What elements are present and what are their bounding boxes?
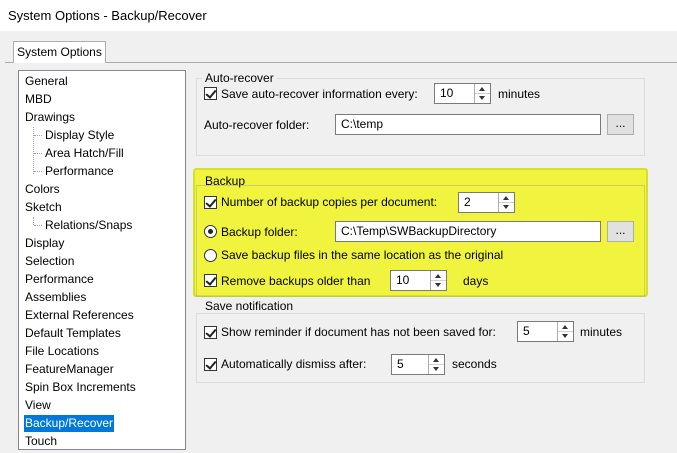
same-location-radio[interactable] bbox=[204, 249, 217, 262]
spin-down-icon[interactable] bbox=[499, 203, 514, 212]
save-reminder-label: Show reminder if document has not been s… bbox=[221, 325, 496, 339]
backup-copies-label: Number of backup copies per document: bbox=[221, 195, 438, 209]
spin-up-icon[interactable] bbox=[558, 322, 573, 332]
spin-down-icon[interactable] bbox=[558, 332, 573, 341]
remove-backups-checkbox[interactable] bbox=[204, 274, 217, 287]
spin-up-icon[interactable] bbox=[475, 84, 490, 94]
backup-folder-radio[interactable] bbox=[204, 225, 217, 238]
auto-recover-folder-field[interactable]: C:\temp bbox=[335, 114, 601, 135]
same-location-label: Save backup files in the same location a… bbox=[221, 248, 504, 262]
tree-item-assemblies[interactable]: Assemblies bbox=[24, 289, 87, 306]
window-title: System Options - Backup/Recover bbox=[8, 8, 207, 23]
backup-copies-value: 2 bbox=[464, 195, 471, 209]
backup-copies-spinbox[interactable]: 2 bbox=[458, 192, 515, 213]
tree-item-area-hatch-fill[interactable]: Area Hatch/Fill bbox=[44, 145, 125, 162]
tree-item-display[interactable]: Display bbox=[24, 235, 65, 252]
tree-item-performance[interactable]: Performance bbox=[24, 271, 95, 288]
tree-connector bbox=[34, 135, 42, 136]
tab-system-options[interactable]: System Options bbox=[13, 41, 106, 63]
backup-folder-field[interactable]: C:\Temp\SWBackupDirectory bbox=[335, 221, 601, 242]
tree-item-default-templates[interactable]: Default Templates bbox=[24, 325, 122, 342]
save-reminder-unit: minutes bbox=[580, 325, 623, 339]
remove-backups-spinbox[interactable]: 10 bbox=[390, 270, 447, 291]
auto-dismiss-spinbox[interactable]: 5 bbox=[391, 354, 445, 375]
save-notification-group-label: Save notification bbox=[202, 299, 297, 313]
backup-copies-checkbox[interactable] bbox=[204, 196, 217, 209]
tree-item-view[interactable]: View bbox=[24, 397, 52, 414]
tree-item-colors[interactable]: Colors bbox=[24, 181, 61, 198]
auto-recover-label: Save auto-recover information every: bbox=[221, 87, 418, 101]
auto-dismiss-value: 5 bbox=[397, 357, 404, 371]
tree-connector bbox=[34, 225, 42, 226]
remove-backups-label: Remove backups older than bbox=[221, 274, 371, 288]
remove-backups-value: 10 bbox=[396, 273, 410, 287]
tree-item-display-style[interactable]: Display Style bbox=[44, 127, 115, 144]
auto-recover-interval-unit: minutes bbox=[498, 87, 541, 101]
auto-dismiss-label: Automatically dismiss after: bbox=[221, 357, 367, 371]
tree-item-sketch[interactable]: Sketch bbox=[24, 199, 63, 216]
save-reminder-spinbox[interactable]: 5 bbox=[517, 321, 574, 342]
auto-recover-group-label: Auto-recover bbox=[202, 71, 277, 85]
auto-recover-interval-spinbox[interactable]: 10 bbox=[434, 83, 491, 104]
auto-recover-folder-label: Auto-recover folder: bbox=[204, 118, 310, 132]
tree-item-backup-recover[interactable]: Backup/Recover bbox=[24, 415, 115, 432]
tree-item-general[interactable]: General bbox=[24, 73, 69, 90]
save-reminder-value: 5 bbox=[523, 324, 530, 338]
backup-folder-browse-button[interactable]: ... bbox=[607, 221, 634, 242]
backup-folder-label: Backup folder: bbox=[221, 225, 298, 239]
tree-item-drawings-performance[interactable]: Performance bbox=[44, 163, 115, 180]
tree-connector bbox=[33, 217, 34, 225]
auto-dismiss-checkbox[interactable] bbox=[204, 358, 217, 371]
auto-recover-interval-value: 10 bbox=[440, 86, 454, 100]
spin-down-icon[interactable] bbox=[429, 365, 444, 374]
tree-item-external-references[interactable]: External References bbox=[24, 307, 135, 324]
tree-item-mbd[interactable]: MBD bbox=[24, 91, 53, 108]
tree-connector bbox=[34, 171, 42, 172]
options-tree[interactable]: General MBD Drawings Display Style Area … bbox=[18, 70, 186, 450]
backup-group-label: Backup bbox=[205, 174, 246, 188]
tree-item-spin-box-increments[interactable]: Spin Box Increments bbox=[24, 379, 137, 396]
tree-item-touch[interactable]: Touch bbox=[24, 433, 58, 449]
spin-up-icon[interactable] bbox=[429, 355, 444, 365]
remove-backups-unit: days bbox=[463, 274, 489, 288]
auto-recover-browse-button[interactable]: ... bbox=[607, 114, 634, 135]
tree-item-relations-snaps[interactable]: Relations/Snaps bbox=[44, 217, 133, 234]
save-reminder-checkbox[interactable] bbox=[204, 326, 217, 339]
auto-dismiss-unit: seconds bbox=[452, 357, 497, 371]
tree-item-featuremanager[interactable]: FeatureManager bbox=[24, 361, 115, 378]
title-bar: System Options - Backup/Recover bbox=[0, 0, 677, 31]
tree-item-file-locations[interactable]: File Locations bbox=[24, 343, 100, 360]
tree-item-drawings[interactable]: Drawings bbox=[24, 109, 76, 126]
spin-down-icon[interactable] bbox=[475, 94, 490, 103]
tree-item-selection[interactable]: Selection bbox=[24, 253, 75, 270]
spin-down-icon[interactable] bbox=[431, 281, 446, 290]
spin-up-icon[interactable] bbox=[431, 271, 446, 281]
tree-connector bbox=[34, 153, 42, 154]
spin-up-icon[interactable] bbox=[499, 193, 514, 203]
auto-recover-checkbox[interactable] bbox=[204, 87, 217, 100]
